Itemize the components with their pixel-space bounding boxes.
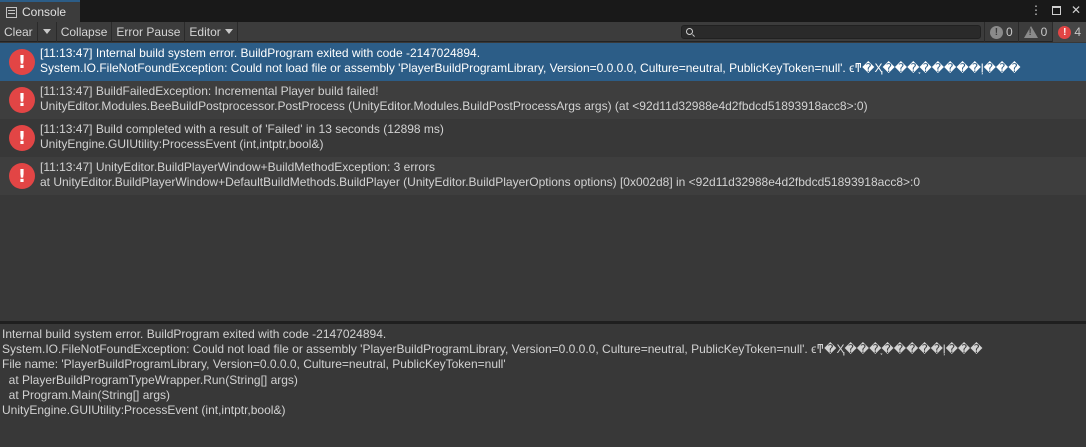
error-pause-toggle[interactable]: Error Pause [112, 21, 186, 42]
detail-line: Internal build system error. BuildProgra… [2, 327, 387, 341]
log-entry-text: [11:13:47] Build completed with a result… [40, 122, 1082, 152]
log-entry-message: [11:13:47] BuildFailedException: Increme… [40, 84, 379, 98]
log-entry-stack: at UnityEditor.BuildPlayerWindow+Default… [40, 175, 921, 189]
log-entry-message: [11:13:47] Build completed with a result… [40, 122, 444, 136]
clear-button-label: Clear [4, 24, 33, 39]
warning-icon [1023, 26, 1038, 38]
window-tab-bar: Console ⋮ ✕ [0, 0, 1086, 22]
editor-dropdown-label: Editor [189, 24, 221, 39]
maximize-icon[interactable] [1050, 3, 1062, 17]
log-entry[interactable]: ! [11:13:47] BuildFailedException: Incre… [0, 81, 1086, 119]
error-icon: ! [9, 163, 35, 189]
close-icon[interactable]: ✕ [1070, 3, 1082, 17]
detail-line: File name: 'PlayerBuildProgramLibrary, V… [2, 357, 506, 372]
detail-line: at Program.Main(String[] args) [2, 387, 171, 402]
log-detail-panel[interactable]: Internal build system error. BuildProgra… [0, 324, 1086, 447]
chevron-down-icon [224, 29, 233, 34]
editor-dropdown[interactable]: Editor [185, 21, 238, 42]
error-icon: ! [9, 49, 35, 75]
log-entry-stack: System.IO.FileNotFoundException: Could n… [40, 61, 1021, 75]
log-counters: ! 0 0 ! 4 [983, 22, 1086, 42]
log-entry-message: [11:13:47] Internal build system error. … [40, 46, 481, 60]
log-entry-stack: UnityEditor.Modules.BeeBuildPostprocesso… [40, 99, 868, 113]
info-count: 0 [1005, 25, 1013, 39]
log-entry-text: [11:13:47] UnityEditor.BuildPlayerWindow… [40, 160, 1082, 190]
log-entry[interactable]: ! [11:13:47] Internal build system error… [0, 43, 1086, 81]
window-controls: ⋮ ✕ [1030, 3, 1082, 17]
chevron-down-icon [42, 29, 51, 34]
error-icon: ! [9, 87, 35, 113]
info-icon: ! [989, 25, 1003, 39]
error-filter-toggle[interactable]: ! 4 [1052, 22, 1086, 42]
console-toolbar: Clear Collapse Error Pause Editor ! 0 0 … [0, 21, 1086, 42]
more-options-icon[interactable]: ⋮ [1030, 3, 1042, 17]
collapse-toggle-label: Collapse [60, 24, 108, 39]
log-entry-stack: UnityEngine.GUIUtility:ProcessEvent (int… [40, 137, 324, 151]
log-entry[interactable]: ! [11:13:47] UnityEditor.BuildPlayerWind… [0, 157, 1086, 195]
search-icon [686, 28, 693, 35]
log-entry-text: [11:13:47] Internal build system error. … [40, 46, 1082, 76]
log-entry-message: [11:13:47] UnityEditor.BuildPlayerWindow… [40, 160, 435, 174]
log-entry[interactable]: ! [11:13:47] Build completed with a resu… [0, 119, 1086, 157]
error-icon: ! [9, 125, 35, 151]
search-input[interactable] [696, 26, 976, 38]
clear-button[interactable]: Clear [0, 21, 38, 42]
collapse-toggle[interactable]: Collapse [57, 21, 113, 42]
log-entry-list: ! [11:13:47] Internal build system error… [0, 43, 1086, 321]
error-pause-label: Error Pause [116, 24, 181, 39]
clear-options-dropdown[interactable] [38, 21, 57, 42]
tab-console-label: Console [22, 5, 67, 19]
error-count: 4 [1074, 25, 1081, 39]
detail-line: at PlayerBuildProgramTypeWrapper.Run(Str… [2, 372, 298, 387]
warning-filter-toggle[interactable]: 0 [1017, 22, 1053, 42]
error-icon: ! [1058, 25, 1072, 39]
tab-console[interactable]: Console [0, 0, 80, 22]
warning-count: 0 [1040, 25, 1048, 39]
console-icon [6, 6, 17, 18]
search-field[interactable] [681, 25, 981, 39]
log-entry-text: [11:13:47] BuildFailedException: Increme… [40, 84, 1082, 114]
detail-line: System.IO.FileNotFoundException: Could n… [2, 342, 983, 357]
info-filter-toggle[interactable]: ! 0 [983, 22, 1018, 42]
detail-line: UnityEngine.GUIUtility:ProcessEvent (int… [2, 403, 286, 418]
